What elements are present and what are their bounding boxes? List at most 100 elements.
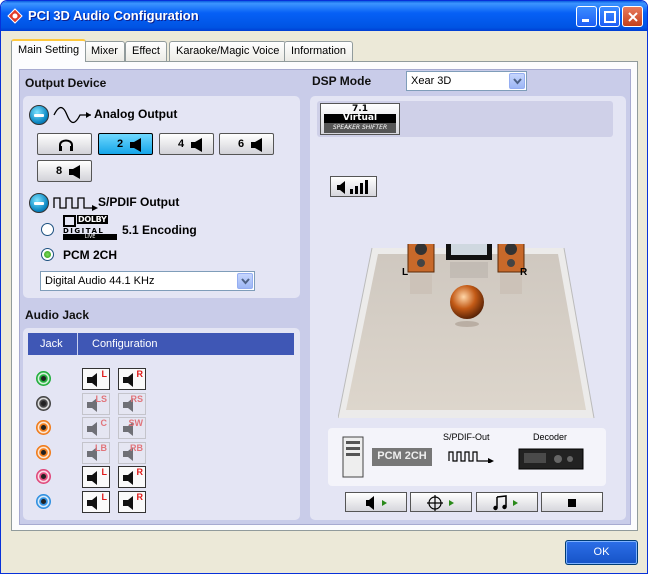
jack-config-left-button[interactable]: LS (82, 392, 110, 415)
jack-channel-label: R (136, 491, 144, 502)
3d-rotate-play-icon (427, 495, 454, 511)
maximize-icon (604, 11, 616, 23)
jack-port-icon (36, 371, 51, 386)
spdif-wave-icon (53, 197, 98, 211)
jack-config-left-button[interactable]: LB (82, 441, 110, 464)
jack-channel-label: L (101, 369, 108, 379)
speaker-icon (191, 138, 202, 152)
dropdown-arrow-icon[interactable] (509, 73, 525, 89)
jack-config-right-button[interactable]: SW (118, 417, 146, 439)
jack-config-left-button[interactable]: L (82, 466, 110, 488)
tab-main-setting[interactable]: Main Setting (11, 39, 87, 62)
speaker-6-button[interactable]: 6 (219, 133, 274, 155)
speaker-play-icon (366, 496, 387, 510)
spdif-output-label: S/PDIF Output (98, 195, 180, 209)
tab-karaoke[interactable]: Karaoke/Magic Voice (169, 41, 287, 61)
jack-config-right-button[interactable]: R (118, 466, 146, 488)
jack-port-icon (36, 420, 51, 435)
speaker-icon (130, 138, 141, 152)
dolby-digital-live-logo: DOLBY DIGITAL LIVE (63, 215, 117, 240)
jack-port-icon (36, 444, 51, 460)
jack-channel-label: L (101, 491, 108, 502)
title-bar[interactable]: PCI 3D Audio Configuration (1, 1, 647, 31)
signal-chain-box: PCM 2CH S/PDIF-Out Decoder (328, 428, 606, 486)
jack-channel-label: L (101, 467, 108, 477)
tab-effect[interactable]: Effect (125, 41, 167, 61)
speaker-4-button[interactable]: 4 (159, 133, 214, 155)
output-device-title: Output Device (25, 76, 107, 90)
decoder-label: Decoder (533, 432, 568, 442)
jack-channel-label: C (100, 418, 108, 428)
stage-right-label: R (520, 267, 528, 278)
main-window: PCI 3D Audio Configuration Main Setting … (0, 0, 648, 574)
jack-table-header: Jack Configuration (28, 333, 294, 355)
jack-port-icon (36, 469, 51, 484)
pcm-radio[interactable] (41, 248, 54, 261)
audio-jack-title: Audio Jack (25, 308, 90, 322)
jack-channel-label: LS (95, 393, 107, 404)
jack-config-left-button[interactable]: L (82, 368, 110, 390)
jack-channel-label: R (136, 467, 144, 477)
spdif-signal-icon (448, 451, 494, 463)
stage-left-label: L (402, 267, 409, 278)
dsp-mode-select[interactable]: Xear 3D (406, 71, 527, 91)
jack-config-right-button[interactable]: RB (118, 441, 146, 464)
maximize-button[interactable] (599, 6, 620, 27)
jack-column-header: Jack (40, 338, 63, 350)
encoding-radio[interactable] (41, 223, 54, 236)
minimize-icon (582, 19, 589, 22)
jack-config-right-button[interactable]: R (118, 368, 146, 390)
audio-jack-box: Jack Configuration L R LS RS C SW LB RB L R L R (23, 328, 300, 520)
analog-output-label: Analog Output (94, 107, 178, 121)
pcm-label: PCM 2CH (63, 248, 118, 262)
spdif-toggle-icon[interactable] (29, 193, 49, 213)
tab-information[interactable]: Information (284, 41, 354, 61)
dsp-box: 7.1 Virtual SPEAKER SHIFTER L R PCM 2CH … (310, 96, 626, 520)
stop-button[interactable] (541, 492, 603, 512)
minimize-button[interactable] (576, 6, 597, 27)
stop-icon (568, 499, 576, 507)
virtual-speaker-shifter-button[interactable]: 7.1 Virtual SPEAKER SHIFTER (320, 103, 400, 135)
play-music-button[interactable] (476, 492, 538, 512)
jack-port-icon (36, 395, 51, 411)
jack-config-left-button[interactable]: C (82, 417, 110, 439)
spdif-out-label: S/PDIF-Out (443, 432, 490, 442)
settings-panel: Output Device Analog Output 2 4 6 8 S/PD… (19, 69, 631, 525)
jack-channel-label: SW (128, 418, 144, 428)
play-speaker-button[interactable] (345, 492, 407, 512)
pcm-badge: PCM 2CH (372, 448, 432, 466)
speaker-icon (69, 165, 80, 179)
jack-channel-label: RS (130, 393, 143, 404)
tab-mixer[interactable]: Mixer (84, 41, 125, 61)
close-button[interactable] (622, 6, 643, 27)
pc-tower-icon (342, 436, 364, 478)
app-icon (7, 8, 23, 24)
output-device-box: Analog Output 2 4 6 8 S/PDIF Output DOLB… (23, 96, 300, 298)
analog-toggle-icon[interactable] (29, 105, 49, 125)
jack-config-left-button[interactable]: L (82, 490, 110, 513)
analog-wave-icon (53, 106, 91, 124)
play-3d-button[interactable] (410, 492, 472, 512)
headphone-button[interactable] (37, 133, 92, 155)
config-column-header: Configuration (92, 338, 158, 350)
speaker-stage-visual (338, 244, 595, 419)
close-icon (628, 12, 638, 22)
headphones-icon (59, 139, 73, 151)
dsp-mode-title: DSP Mode (312, 74, 372, 88)
jack-port-icon (36, 493, 51, 509)
volume-button[interactable] (330, 176, 377, 197)
speaker-icon (251, 138, 262, 152)
jack-channel-label: RB (130, 442, 143, 453)
speaker-2-button[interactable]: 2 (98, 133, 153, 155)
speaker-8-button[interactable]: 8 (37, 160, 92, 182)
jack-config-right-button[interactable]: R (118, 490, 146, 513)
ok-button[interactable]: OK (565, 540, 638, 565)
main-setting-page: Output Device Analog Output 2 4 6 8 S/PD… (11, 61, 638, 531)
sample-rate-select[interactable]: Digital Audio 44.1 KHz (40, 271, 255, 291)
decoder-device-icon (518, 448, 584, 470)
window-title: PCI 3D Audio Configuration (28, 8, 199, 23)
jack-config-right-button[interactable]: RS (118, 392, 146, 415)
dropdown-arrow-icon[interactable] (237, 273, 253, 289)
jack-channel-label: R (136, 369, 144, 379)
volume-icon (337, 180, 368, 194)
